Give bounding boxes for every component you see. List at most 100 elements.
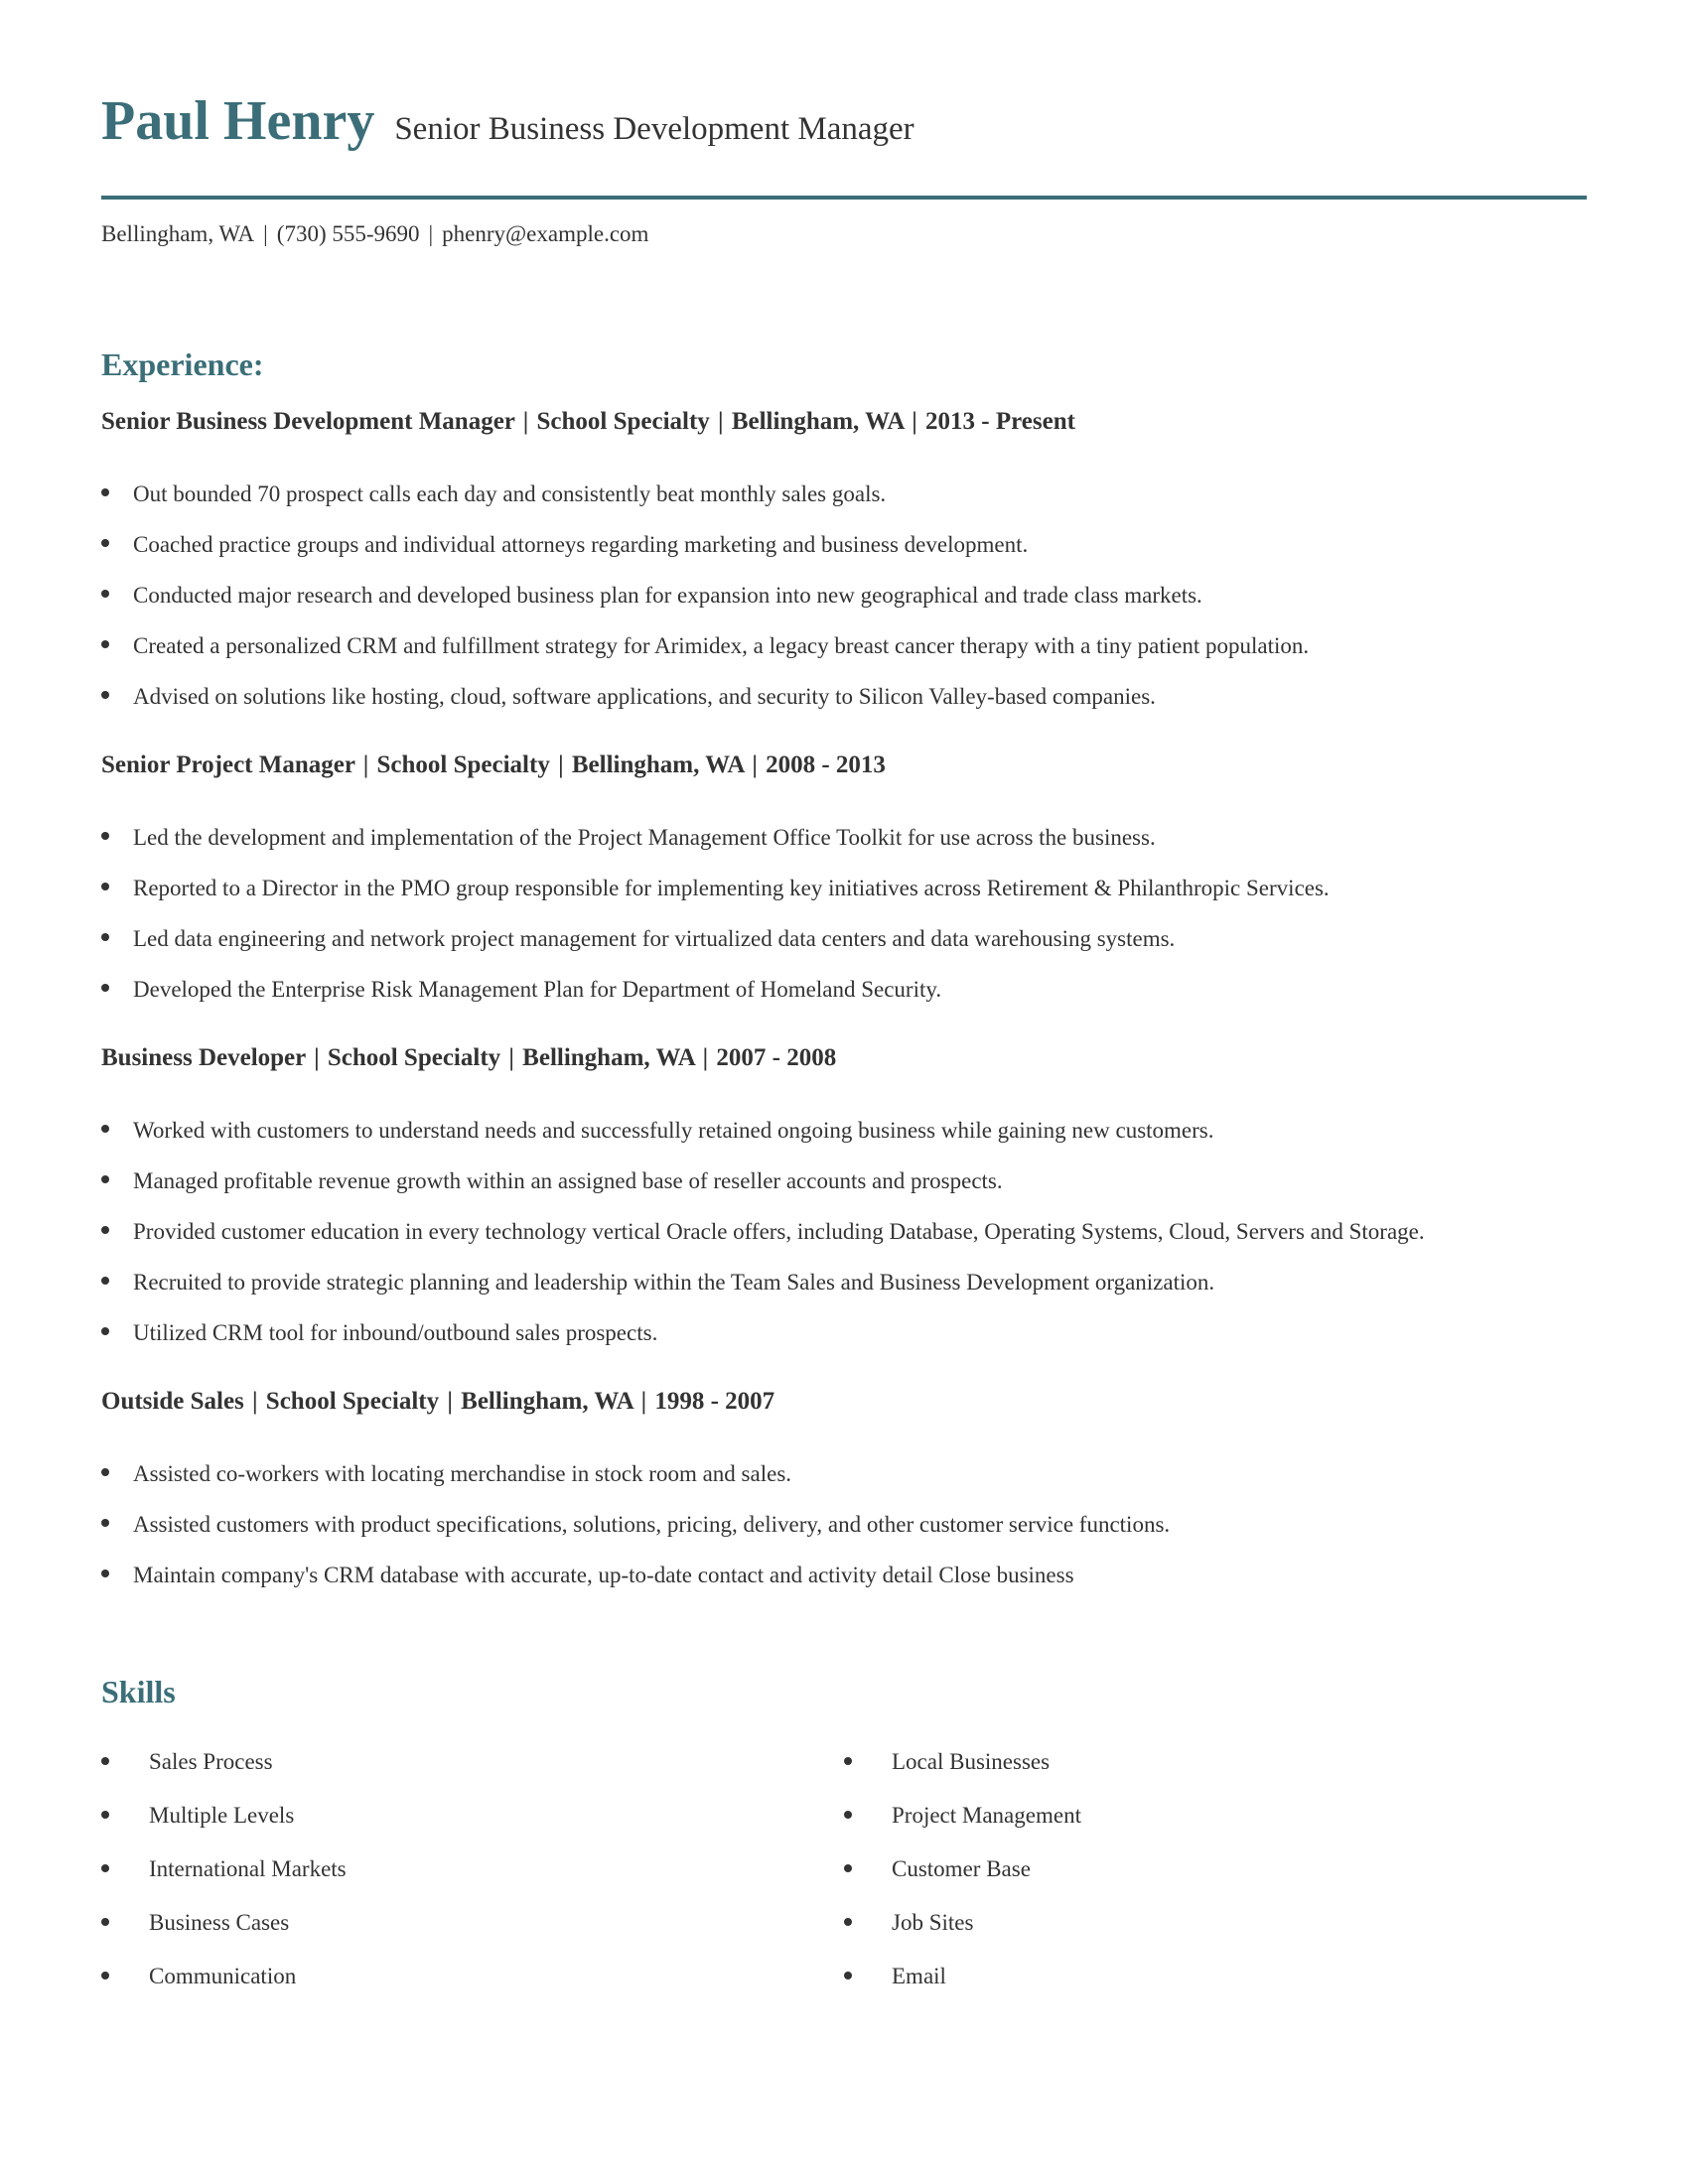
job-bullet-text: Led data engineering and network project… — [133, 926, 1176, 951]
job-bullet-text: Provided customer education in every tec… — [133, 1219, 1425, 1244]
skill-text: Job Sites — [892, 1910, 974, 1935]
bullet-icon — [101, 1519, 109, 1527]
job-bullet-list: Assisted co-workers with locating mercha… — [101, 1448, 1587, 1600]
job-title-separator: | — [314, 1044, 320, 1071]
job-title-separator: | — [508, 1044, 514, 1071]
job-title: Business Developer | School Specialty | … — [101, 1042, 1587, 1074]
job-title: Senior Business Development Manager | Sc… — [101, 406, 1587, 438]
skill-text: Project Management — [892, 1803, 1081, 1828]
bullet-icon — [844, 1811, 852, 1819]
skill-item: Job Sites — [844, 1896, 1081, 1950]
job-dates: 2008 - 2013 — [766, 751, 886, 778]
bullet-icon — [101, 1570, 109, 1577]
experience-heading: Experience: — [101, 346, 264, 382]
job-role: Business Developer — [101, 1044, 306, 1071]
job-title-separator: | — [912, 408, 917, 435]
job-bullet: Provided customer education in every tec… — [101, 1206, 1587, 1257]
bullet-icon — [844, 1757, 852, 1765]
skill-item: Project Management — [844, 1789, 1081, 1843]
job-entry: Outside Sales | School Specialty | Belli… — [101, 1386, 1587, 1600]
job-entry: Senior Business Development Manager | Sc… — [101, 406, 1587, 722]
bullet-icon — [101, 1972, 109, 1979]
skill-item: Sales Process — [101, 1735, 347, 1789]
skill-text: Communication — [149, 1964, 297, 1988]
job-bullet-text: Maintain company's CRM database with acc… — [133, 1563, 1074, 1587]
skill-text: Customer Base — [892, 1856, 1031, 1881]
job-bullet: Assisted co-workers with locating mercha… — [101, 1448, 1587, 1499]
bullet-icon — [101, 1918, 109, 1926]
job-bullet-text: Created a personalized CRM and fulfillme… — [133, 633, 1310, 658]
job-title-separator: | — [252, 1388, 258, 1415]
job-bullet: Recruited to provide strategic planning … — [101, 1257, 1587, 1307]
job-bullet: Led the development and implementation o… — [101, 812, 1587, 863]
skill-item: Communication — [101, 1950, 347, 2003]
contact-separator: | — [263, 221, 268, 246]
job-title-separator: | — [522, 408, 529, 435]
job-role: Senior Business Development Manager — [101, 408, 515, 435]
job-title: Senior Project Manager | School Specialt… — [101, 750, 1587, 781]
job-bullet-text: Assisted customers with product specific… — [133, 1512, 1171, 1537]
bullet-icon — [844, 1864, 852, 1872]
skills-column-right: Local Businesses Project Management Custom… — [844, 1735, 1081, 2003]
skills-heading: Skills — [101, 1674, 176, 1709]
job-bullet-text: Managed profitable revenue growth within… — [133, 1168, 1003, 1193]
skill-text: International Markets — [149, 1856, 347, 1881]
job-bullet: Advised on solutions like hosting, cloud… — [101, 671, 1587, 722]
job-bullet: Reported to a Director in the PMO group … — [101, 863, 1587, 913]
job-title-separator: | — [640, 1388, 647, 1415]
candidate-name: Paul Henry — [101, 90, 375, 152]
job-location: Bellingham, WA — [461, 1388, 633, 1415]
bullet-icon — [101, 539, 109, 547]
skill-item: Customer Base — [844, 1843, 1081, 1896]
job-bullet: Utilized CRM tool for inbound/outbound s… — [101, 1307, 1587, 1358]
bullet-icon — [101, 832, 109, 840]
job-bullet: Out bounded 70 prospect calls each day a… — [101, 469, 1587, 519]
job-bullet-text: Developed the Enterprise Risk Management… — [133, 977, 942, 1002]
job-title-separator: | — [718, 408, 724, 435]
job-company: School Specialty — [327, 1044, 501, 1071]
resume-header: Paul Henry Senior Business Development Ma… — [101, 87, 914, 163]
job-bullet-text: Utilized CRM tool for inbound/outbound s… — [133, 1320, 658, 1345]
header-divider — [101, 196, 1587, 200]
job-title-separator: | — [362, 751, 369, 778]
job-bullet-text: Recruited to provide strategic planning … — [133, 1270, 1215, 1295]
job-title-separator: | — [447, 1388, 453, 1415]
job-bullet-text: Reported to a Director in the PMO group … — [133, 876, 1330, 900]
job-location: Bellingham, WA — [731, 408, 905, 435]
job-dates: 2007 - 2008 — [716, 1044, 837, 1071]
skills-column-left: Sales Process Multiple Levels Internationa… — [101, 1735, 347, 2003]
contact-separator: | — [428, 221, 434, 246]
job-bullet-list: Out bounded 70 prospect calls each day a… — [101, 469, 1587, 722]
bullet-icon — [101, 933, 109, 941]
job-company: School Specialty — [376, 751, 550, 778]
job-bullet-text: Conducted major research and developed b… — [133, 583, 1202, 608]
job-location: Bellingham, WA — [571, 751, 745, 778]
bullet-icon — [101, 640, 109, 648]
job-bullet: Coached practice groups and individual a… — [101, 519, 1587, 570]
job-title-separator: | — [702, 1044, 709, 1071]
job-title: Outside Sales | School Specialty | Belli… — [101, 1386, 1587, 1418]
job-bullet: Assisted customers with product specific… — [101, 1499, 1587, 1550]
job-bullet-text: Worked with customers to understand need… — [133, 1118, 1214, 1143]
skill-text: Email — [892, 1964, 946, 1988]
job-dates: 1998 - 2007 — [654, 1388, 775, 1415]
job-bullet-text: Coached practice groups and individual a… — [133, 532, 1029, 557]
bullet-icon — [101, 1226, 109, 1234]
job-role: Outside Sales — [101, 1388, 244, 1415]
contact-email: phenry@example.com — [442, 221, 649, 246]
bullet-icon — [101, 1125, 109, 1133]
bullet-icon — [101, 488, 109, 496]
job-bullet-text: Out bounded 70 prospect calls each day a… — [133, 481, 887, 506]
bullet-icon — [844, 1918, 852, 1926]
job-company: School Specialty — [265, 1388, 440, 1415]
contact-line: Bellingham, WA | (730) 555-9690 | phenry@exa… — [101, 219, 648, 249]
skill-text: Business Cases — [149, 1910, 290, 1935]
job-entry: Senior Project Manager | School Specialt… — [101, 750, 1587, 1015]
contact-phone: (730) 555-9690 — [276, 221, 420, 246]
job-title-separator: | — [558, 751, 564, 778]
job-entry: Business Developer | School Specialty | … — [101, 1042, 1587, 1358]
candidate-title: Senior Business Development Manager — [394, 111, 914, 147]
bullet-icon — [101, 1327, 109, 1335]
job-bullet-list: Worked with customers to understand need… — [101, 1105, 1587, 1358]
job-bullet: Conducted major research and developed b… — [101, 570, 1587, 620]
